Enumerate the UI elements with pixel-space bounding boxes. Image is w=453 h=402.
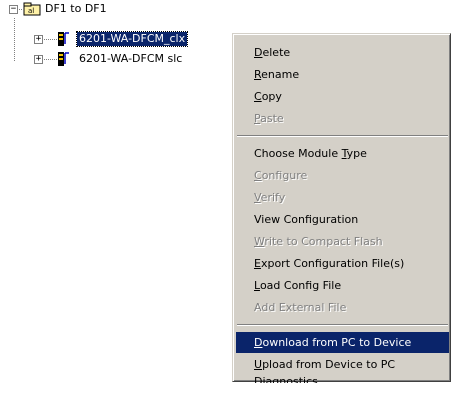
menu-item-post: onfigure <box>261 169 308 182</box>
menu-item-post: ename <box>261 68 300 81</box>
menu-item-post: erify <box>260 191 286 204</box>
tree-connector <box>14 18 15 61</box>
menu-item-load-config-file[interactable]: Load Config File <box>236 275 449 296</box>
menu-item-mnemonic: V <box>254 191 261 204</box>
menu-item-pre: Dia <box>254 375 273 383</box>
menu-item-mnemonic: C <box>254 169 262 182</box>
module-tree: − al DF1 to DF1 + 6201-WA-DFCM_clx + 620… <box>0 0 230 402</box>
expand-toggle[interactable]: + <box>34 55 43 64</box>
menu-item-paste: Paste <box>236 108 449 129</box>
tree-root-label[interactable]: DF1 to DF1 <box>45 2 107 16</box>
module-icon <box>58 32 69 46</box>
menu-item-verify: Verify <box>236 187 449 208</box>
menu-item-rename[interactable]: Rename <box>236 64 449 85</box>
menu-item-pre: Choose Module <box>254 147 342 160</box>
tree-connector <box>44 59 57 60</box>
menu-item-mnemonic: W <box>254 235 265 248</box>
module-icon <box>58 52 69 66</box>
menu-item-post: ype <box>346 147 367 160</box>
tree-item-module[interactable]: 6201-WA-DFCM slc <box>79 52 182 66</box>
tree-item-module[interactable]: 6201-WA-DFCM_clx <box>75 31 189 47</box>
menu-item-post: opy <box>261 90 282 103</box>
expand-toggle[interactable]: + <box>34 35 43 44</box>
menu-item-post: rite to Compact Flash <box>264 235 383 248</box>
menu-item-add-external-file: Add External File <box>236 297 449 318</box>
menu-item-configure: Configure <box>236 165 449 186</box>
menu-separator <box>237 324 448 326</box>
collapse-toggle[interactable]: − <box>9 5 18 14</box>
menu-item-post: elete <box>262 46 291 59</box>
menu-item-pre: View Configuration <box>254 213 359 226</box>
context-menu: Delete Rename Copy Paste Choose Module T… <box>232 33 451 383</box>
menu-item-post: xport Configuration File(s) <box>260 257 405 270</box>
menu-item-post: nostics <box>279 375 318 383</box>
menu-item-pre: Add External File <box>254 301 347 314</box>
menu-item-view-configuration[interactable]: View Configuration <box>236 209 449 230</box>
menu-item-post: pload from Device to PC <box>262 358 396 371</box>
menu-item-diagnostics[interactable]: Diagnostics <box>236 375 449 383</box>
menu-item-copy[interactable]: Copy <box>236 86 449 107</box>
menu-separator <box>237 135 448 137</box>
tree-connector <box>44 39 57 40</box>
menu-item-mnemonic: E <box>254 257 261 270</box>
menu-item-post: ownload from PC to Device <box>262 336 412 349</box>
menu-item-post: oad Config File <box>259 279 342 292</box>
menu-item-mnemonic: U <box>254 358 263 371</box>
menu-item-delete[interactable]: Delete <box>236 42 449 63</box>
svg-text:al: al <box>28 7 34 15</box>
menu-item-write-to-compact-flash: Write to Compact Flash <box>236 231 449 252</box>
menu-item-download-pc-to-device[interactable]: Download from PC to Device <box>236 332 449 353</box>
menu-item-export-configuration[interactable]: Export Configuration File(s) <box>236 253 449 274</box>
menu-item-mnemonic: C <box>254 90 262 103</box>
menu-item-post: aste <box>260 112 284 125</box>
folder-icon: al <box>23 2 41 16</box>
menu-item-upload-device-to-pc[interactable]: Upload from Device to PC <box>236 354 449 375</box>
menu-item-choose-module-type[interactable]: Choose Module Type <box>236 143 449 164</box>
